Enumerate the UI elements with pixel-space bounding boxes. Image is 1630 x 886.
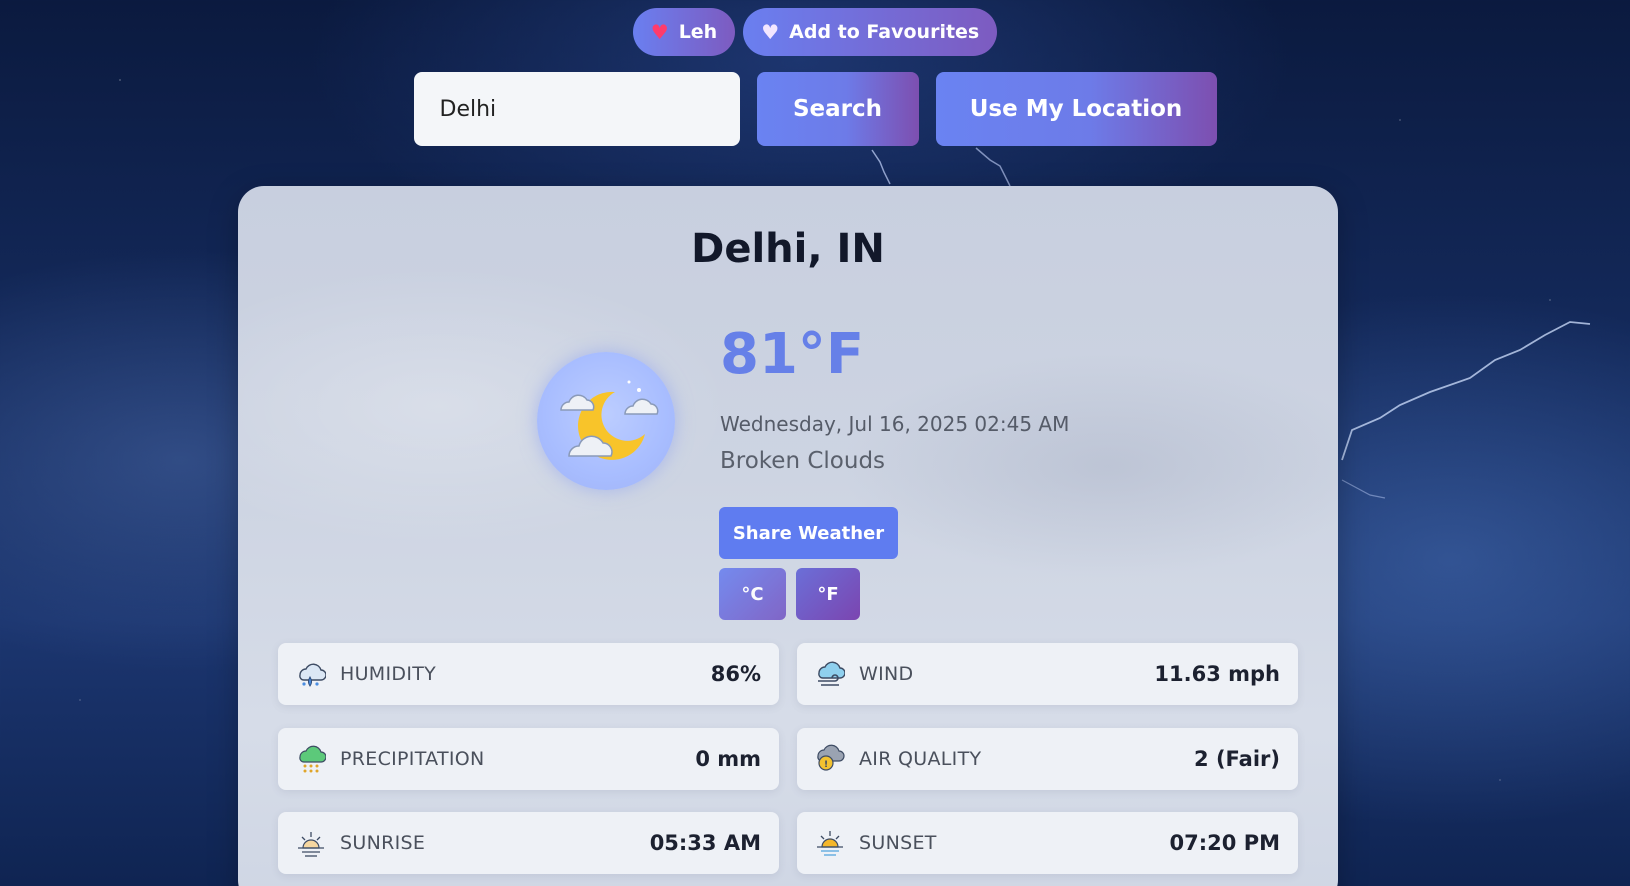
add-to-favourites-button[interactable]: ♥ Add to Favourites — [743, 8, 998, 56]
favourite-city-button[interactable]: ♥ Leh — [632, 8, 736, 56]
stat-value: 86% — [710, 662, 761, 686]
date-time: Wednesday, Jul 16, 2025 02:45 AM — [720, 412, 1070, 436]
stat-sunrise: SUNRISE 05:33 AM — [278, 812, 779, 874]
weather-card: Delhi, IN 81°F Wednesday, Jul 16, 2025 0… — [238, 186, 1338, 886]
stat-label: PRECIPITATION — [340, 748, 485, 770]
stat-air-quality: ! AIR QUALITY 2 (Fair) — [797, 728, 1298, 790]
stat-value: 2 (Fair) — [1194, 747, 1280, 771]
weather-icon-badge — [537, 352, 675, 490]
stat-value: 05:33 AM — [649, 831, 761, 855]
stat-humidity: HUMIDITY 86% — [278, 643, 779, 705]
stat-value: 0 mm — [695, 747, 761, 771]
heart-outline-icon: ♥ — [761, 20, 780, 44]
precipitation-icon — [299, 745, 326, 773]
stat-label: SUNSET — [859, 832, 937, 854]
wind-icon — [818, 661, 845, 686]
search-bar: Search Use My Location — [0, 72, 1630, 146]
stat-precipitation: PRECIPITATION 0 mm — [278, 728, 779, 790]
share-weather-button[interactable]: Share Weather — [719, 507, 898, 559]
air-quality-icon: ! — [817, 744, 845, 771]
weather-description: Broken Clouds — [720, 448, 886, 474]
stat-label: HUMIDITY — [340, 663, 437, 685]
search-button[interactable]: Search — [756, 72, 919, 146]
stat-label: WIND — [859, 663, 914, 685]
fahrenheit-toggle-button[interactable]: °F — [796, 568, 860, 620]
stat-value: 11.63 mph — [1154, 662, 1280, 686]
stat-label: AIR QUALITY — [859, 748, 982, 770]
sunset-icon — [817, 831, 843, 856]
favourite-city-label: Leh — [678, 21, 718, 43]
stat-sunset: SUNSET 07:20 PM — [797, 812, 1298, 874]
stat-value: 07:20 PM — [1169, 831, 1280, 855]
city-title: Delhi, IN — [691, 226, 885, 272]
moon-clouds-icon — [560, 380, 659, 460]
humidity-icon — [299, 663, 326, 687]
temperature: 81°F — [720, 322, 865, 387]
celsius-toggle-button[interactable]: °C — [719, 568, 786, 620]
add-to-favourites-label: Add to Favourites — [789, 21, 980, 43]
sunrise-icon — [298, 832, 324, 857]
heart-filled-icon: ♥ — [650, 20, 669, 44]
search-input[interactable] — [413, 72, 740, 146]
favourites-bar: ♥ Leh ♥ Add to Favourites — [0, 8, 1630, 56]
stat-wind: WIND 11.63 mph — [797, 643, 1298, 705]
svg-text:!: ! — [824, 760, 828, 770]
use-my-location-button[interactable]: Use My Location — [935, 72, 1217, 146]
stat-label: SUNRISE — [340, 832, 426, 854]
